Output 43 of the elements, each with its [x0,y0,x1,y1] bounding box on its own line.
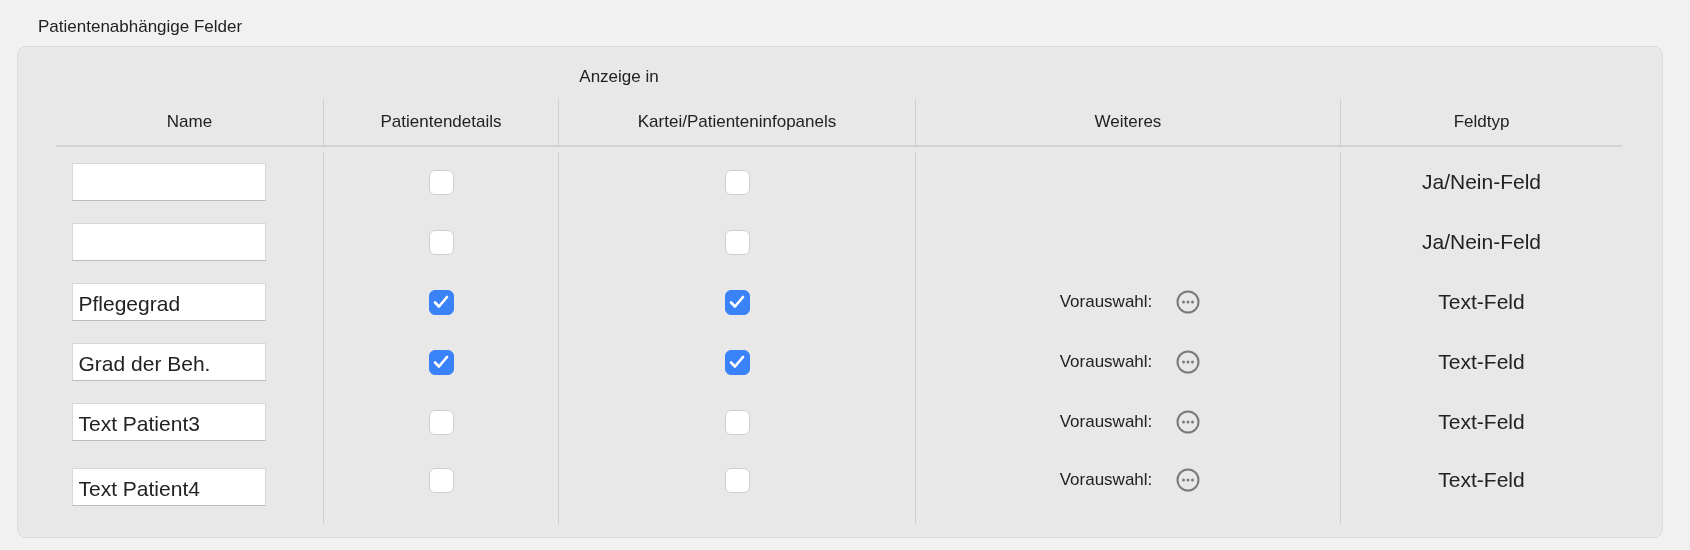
column-header: Name [166,112,213,132]
preselection-label: Vorauswahl: [1059,352,1153,372]
more-options-button[interactable] [1176,290,1201,314]
field-type: Ja/Nein-Feld [1421,230,1542,254]
checkbox[interactable] [428,169,454,195]
more-options-button[interactable] [1176,410,1201,434]
name-field[interactable]: Pflegegrad [71,283,266,321]
column-header: Patientendetails [380,112,502,132]
checkmark-icon [729,355,745,369]
section-title: Patientenabhängige Felder [38,17,243,37]
column-header: Feldtyp [1453,112,1510,132]
checkbox[interactable] [724,229,750,255]
more-options-button[interactable] [1176,468,1201,492]
field-type: Text-Feld [1438,350,1525,374]
preselection-label: Vorauswahl: [1059,292,1153,312]
checkbox[interactable] [428,289,454,315]
field-type: Text-Feld [1438,290,1525,314]
checkbox[interactable] [428,409,454,435]
checkbox[interactable] [724,409,750,435]
preselection-label: Vorauswahl: [1059,470,1153,490]
name-field[interactable] [71,223,266,261]
checkmark-icon [433,295,449,309]
column-header: Kartei/Patienteninfopanels [637,112,837,132]
checkbox[interactable] [428,468,454,493]
field-type: Text-Feld [1438,468,1525,492]
checkbox[interactable] [724,468,750,493]
checkmark-icon [729,295,745,309]
field-type: Text-Feld [1438,410,1525,434]
checkbox[interactable] [428,229,454,255]
field-type: Ja/Nein-Feld [1421,170,1542,194]
name-field[interactable]: Grad der Beh. [71,343,266,381]
checkbox[interactable] [724,289,750,315]
name-field[interactable]: Text Patient3 [71,403,266,441]
checkmark-icon [433,355,449,369]
more-options-button[interactable] [1176,350,1201,374]
checkbox[interactable] [724,169,750,195]
name-field[interactable] [71,163,266,201]
name-field[interactable]: Text Patient4 [71,468,266,506]
checkbox[interactable] [428,349,454,375]
preselection-label: Vorauswahl: [1059,412,1153,432]
column-group-heading: Anzeige in [579,67,659,87]
column-header: Weiteres [1094,112,1162,132]
checkbox[interactable] [724,349,750,375]
